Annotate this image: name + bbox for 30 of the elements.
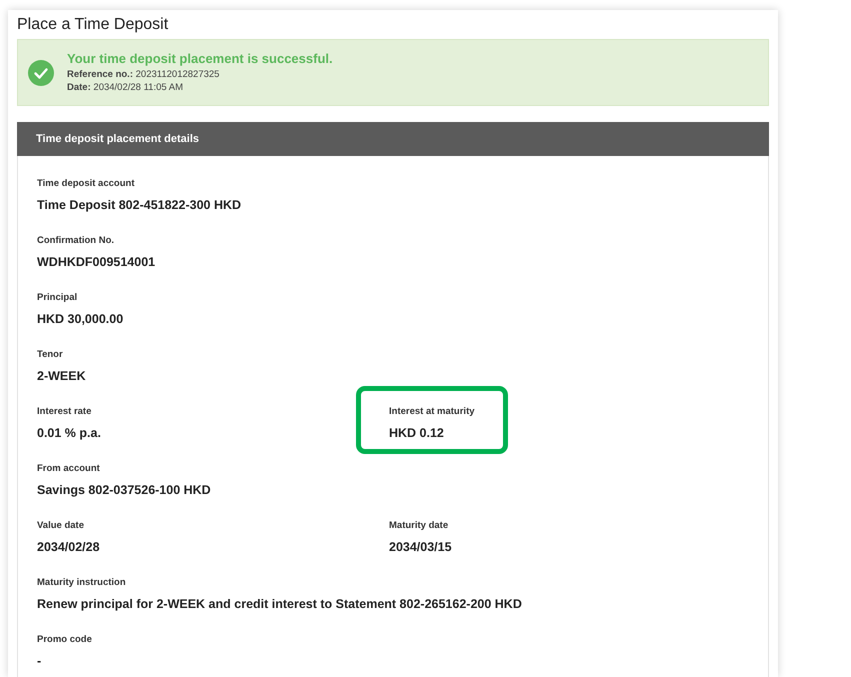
check-circle-icon: [28, 60, 54, 86]
field-label: Principal: [37, 292, 78, 305]
field-label: Interest rate: [37, 406, 92, 419]
page-title: Place a Time Deposit: [17, 16, 170, 34]
reference-number: 2023112012827325: [134, 69, 220, 80]
field-label: Promo code: [37, 634, 93, 647]
date-label: Date:: [67, 82, 91, 93]
field-label: Value date: [37, 520, 85, 533]
field-value: 2-WEEK: [37, 368, 86, 385]
field-value: Renew principal for 2-WEEK and credit interest to Statement 802-265162-200 HKD: [37, 596, 522, 613]
field-value: 2034/02/28: [37, 539, 100, 556]
field-label: Maturity date: [389, 520, 450, 533]
reference-label: Reference no.:: [67, 69, 133, 80]
field-value: Time Deposit 802-451822-300 HKD: [37, 197, 242, 214]
field-label: Time deposit account: [37, 178, 136, 191]
field-value: HKD 30,000.00: [37, 311, 124, 328]
field-value: HKD 0.12: [389, 425, 444, 442]
field-value: 0.01 % p.a.: [37, 425, 101, 442]
field-label: Confirmation No.: [37, 235, 116, 248]
success-message: Your time deposit placement is successful.: [67, 51, 333, 66]
section-header: Time deposit placement details: [17, 122, 769, 156]
field-label: Interest at maturity: [389, 406, 475, 419]
field-label: Maturity instruction: [37, 577, 127, 590]
field-value: -: [37, 653, 42, 670]
field-label: Tenor: [37, 349, 64, 362]
field-value: 2034/03/15: [389, 539, 452, 556]
field-value: Savings 802-037526-100 HKD: [37, 482, 211, 499]
field-label: From account: [37, 463, 101, 476]
date-value: 2034/02/28 11:05 AM: [92, 82, 184, 93]
field-value: WDHKDF009514001: [37, 254, 156, 271]
